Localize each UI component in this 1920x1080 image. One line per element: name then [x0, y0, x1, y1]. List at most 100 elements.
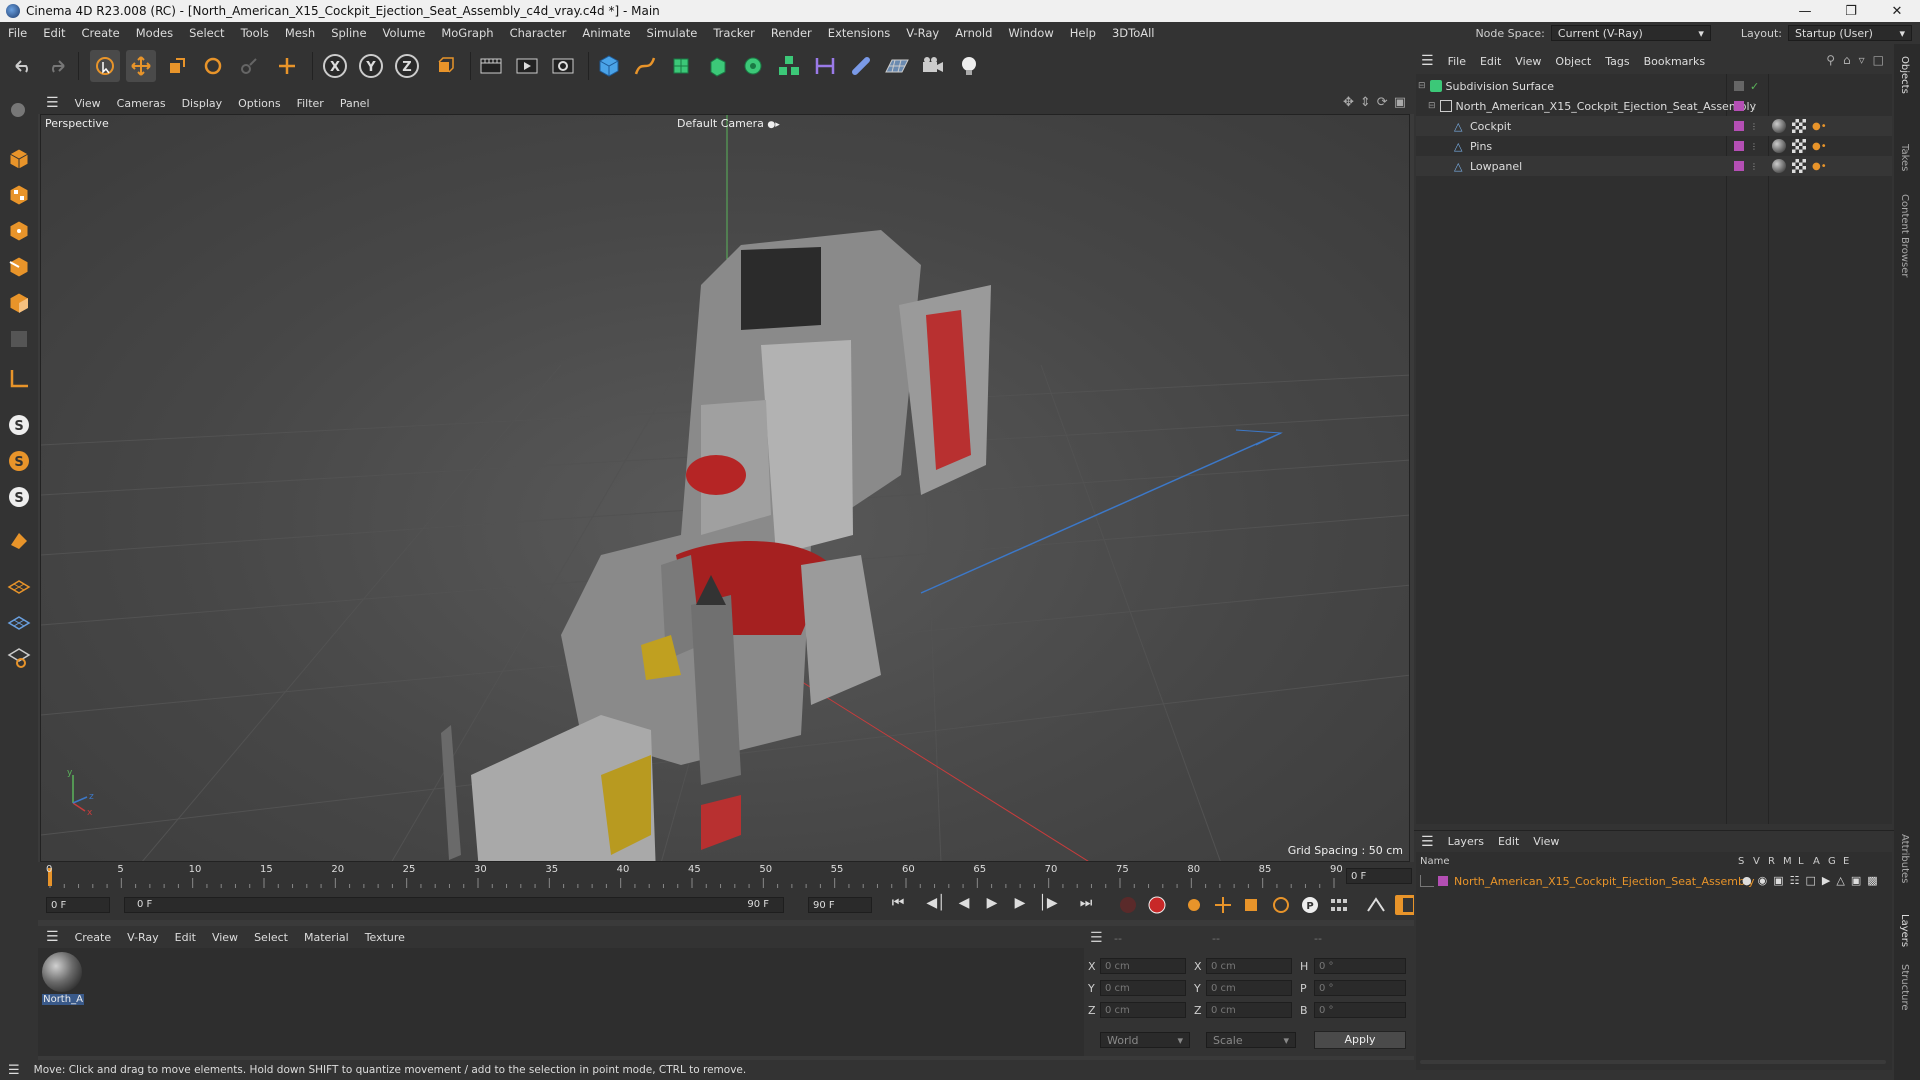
snap-icon[interactable]: S — [4, 410, 34, 440]
hamburger-menu-icon[interactable]: ☰ — [1414, 53, 1441, 69]
hamburger-menu-icon[interactable]: ☰ — [1414, 834, 1441, 850]
current-frame-field[interactable]: 0 F — [1346, 868, 1412, 884]
menu-volume[interactable]: Volume — [375, 26, 434, 40]
next-key-icon[interactable]: │▶ — [1036, 895, 1060, 911]
rot-b-field[interactable]: 0 ° — [1314, 1002, 1406, 1018]
timeline-ruler[interactable]: 0 5 10 15 20 25 30 35 40 45 50 55 60 65 70 75 80 85 90 0 F — [38, 862, 1414, 890]
rotate-tool-button[interactable] — [198, 50, 228, 82]
go-to-start-icon[interactable]: ⏮ — [886, 895, 910, 911]
layer-color-swatch[interactable] — [1734, 161, 1744, 171]
transform-tool-button[interactable] — [272, 50, 302, 82]
hamburger-menu-icon[interactable]: ☰ — [38, 929, 67, 945]
mograph-cubes-icon[interactable] — [774, 50, 804, 82]
material-tag-icon[interactable] — [1772, 139, 1786, 153]
layer-color-swatch[interactable] — [1438, 876, 1448, 886]
uv-mode-icon[interactable] — [4, 324, 34, 354]
menu-spline[interactable]: Spline — [323, 26, 374, 40]
horizontal-scrollbar[interactable] — [1420, 1060, 1886, 1064]
object-row-lowpanel[interactable]: △ Lowpanel ⋮ ●• — [1416, 156, 1892, 176]
size-y-field[interactable]: 0 cm — [1206, 980, 1292, 996]
viewport-menu-panel[interactable]: Panel — [332, 97, 378, 110]
end-frame-field[interactable]: 90 F — [808, 897, 872, 913]
visibility-dots-icon[interactable]: ⋮ — [1750, 162, 1758, 171]
layer-color-swatch[interactable] — [1734, 121, 1744, 131]
pos-z-field[interactable]: 0 cm — [1100, 1002, 1186, 1018]
home-icon[interactable]: ⌂ — [1843, 53, 1851, 67]
frame-range-slider[interactable]: 0 F 90 F — [124, 897, 784, 913]
edge-mode-icon[interactable] — [4, 252, 34, 282]
animation-toggle-icon[interactable]: ▶ — [1822, 874, 1830, 887]
material-tag-icon[interactable] — [1772, 159, 1786, 173]
render-toggle-icon[interactable]: ▣ — [1773, 874, 1783, 887]
object-row-pins[interactable]: △ Pins ⋮ ●• — [1416, 136, 1892, 156]
extrude-generator-icon[interactable] — [702, 50, 732, 82]
tab-content-browser[interactable]: Content Browser — [1899, 194, 1910, 277]
object-row-subdivision-surface[interactable]: ⊟ Subdivision Surface ✓ — [1416, 76, 1892, 96]
vray-tag-icon[interactable]: ●• — [1812, 141, 1827, 152]
field-icon[interactable] — [846, 50, 876, 82]
subdivision-surface-icon[interactable] — [666, 50, 696, 82]
menu-modes[interactable]: Modes — [128, 26, 181, 40]
tab-layers[interactable]: Layers — [1899, 914, 1910, 947]
polygon-mode-icon[interactable] — [4, 288, 34, 318]
record-disabled-icon[interactable] — [1116, 895, 1140, 915]
redo-button[interactable] — [42, 50, 72, 82]
obj-menu-object[interactable]: Object — [1548, 55, 1598, 68]
object-row-cockpit[interactable]: △ Cockpit ⋮ ●• — [1416, 116, 1892, 136]
layers-menu-edit[interactable]: Edit — [1491, 835, 1526, 848]
live-selection-button[interactable] — [90, 50, 120, 82]
cloner-icon[interactable] — [738, 50, 768, 82]
lock-toggle-icon[interactable]: □ — [1806, 874, 1816, 887]
solo-toggle-icon[interactable]: ● — [1742, 874, 1752, 887]
layer-row[interactable]: North_American_X15_Cockpit_Ejection_Seat… — [1420, 872, 1890, 890]
orbit-view-icon[interactable]: ⟳ — [1377, 95, 1388, 110]
obj-menu-edit[interactable]: Edit — [1473, 55, 1508, 68]
menu-3dtoall[interactable]: 3DToAll — [1104, 26, 1163, 40]
visibility-dots-icon[interactable]: ⋮ — [1750, 122, 1758, 131]
undo-button[interactable] — [8, 50, 38, 82]
motion-record-icon[interactable] — [1364, 895, 1390, 915]
tab-attributes[interactable]: Attributes — [1899, 834, 1910, 883]
menu-render[interactable]: Render — [763, 26, 820, 40]
menu-mesh[interactable]: Mesh — [277, 26, 323, 40]
menu-create[interactable]: Create — [74, 26, 128, 40]
menu-select[interactable]: Select — [181, 26, 232, 40]
obj-menu-file[interactable]: File — [1441, 55, 1473, 68]
scale-tool-button[interactable] — [162, 50, 192, 82]
generator-toggle-icon[interactable]: △ — [1836, 874, 1844, 887]
vray-tag-icon[interactable]: ●• — [1812, 121, 1827, 132]
floor-environment-icon[interactable] — [882, 50, 912, 82]
menu-file[interactable]: File — [0, 26, 35, 40]
layers-menu-layers[interactable]: Layers — [1441, 835, 1491, 848]
search-icon[interactable]: ⚲ — [1826, 53, 1835, 67]
hamburger-menu-icon[interactable]: ☰ — [1090, 930, 1103, 946]
deformer-toggle-icon[interactable]: ▣ — [1851, 874, 1861, 887]
vray-tag-icon[interactable]: ●• — [1812, 161, 1827, 172]
key-scale-icon[interactable] — [1240, 895, 1264, 915]
maximize-button[interactable]: ❐ — [1828, 0, 1874, 22]
size-mode-dropdown[interactable]: Scale ▾ — [1206, 1032, 1296, 1048]
material-swatch[interactable]: North_A — [42, 952, 84, 1010]
grid-plane-icon[interactable] — [4, 570, 34, 600]
model-mode-icon[interactable] — [4, 144, 34, 174]
deformer-icon[interactable] — [810, 50, 840, 82]
viewport-menu-cameras[interactable]: Cameras — [109, 97, 174, 110]
obj-menu-view[interactable]: View — [1508, 55, 1548, 68]
spline-pen-icon[interactable] — [630, 50, 660, 82]
menu-tools[interactable]: Tools — [233, 26, 277, 40]
mat-menu-create[interactable]: Create — [67, 931, 120, 944]
expression-toggle-icon[interactable]: ▩ — [1867, 874, 1877, 887]
point-mode-icon[interactable] — [4, 216, 34, 246]
render-settings-button[interactable] — [548, 50, 578, 82]
cube-primitive-icon[interactable] — [594, 50, 624, 82]
minimize-button[interactable]: — — [1782, 0, 1828, 22]
next-frame-icon[interactable]: ▶ — [1008, 895, 1032, 911]
pos-x-field[interactable]: 0 cm — [1100, 958, 1186, 974]
x-axis-lock-icon[interactable]: X — [320, 50, 350, 82]
snap-enable-icon[interactable]: S — [4, 482, 34, 512]
toggle-view-icon[interactable]: ▣ — [1394, 95, 1406, 110]
key-rotation-icon[interactable] — [1269, 895, 1293, 915]
collapse-icon[interactable]: ⊟ — [1418, 81, 1426, 91]
rot-p-field[interactable]: 0 ° — [1314, 980, 1406, 996]
menu-arnold[interactable]: Arnold — [947, 26, 1000, 40]
